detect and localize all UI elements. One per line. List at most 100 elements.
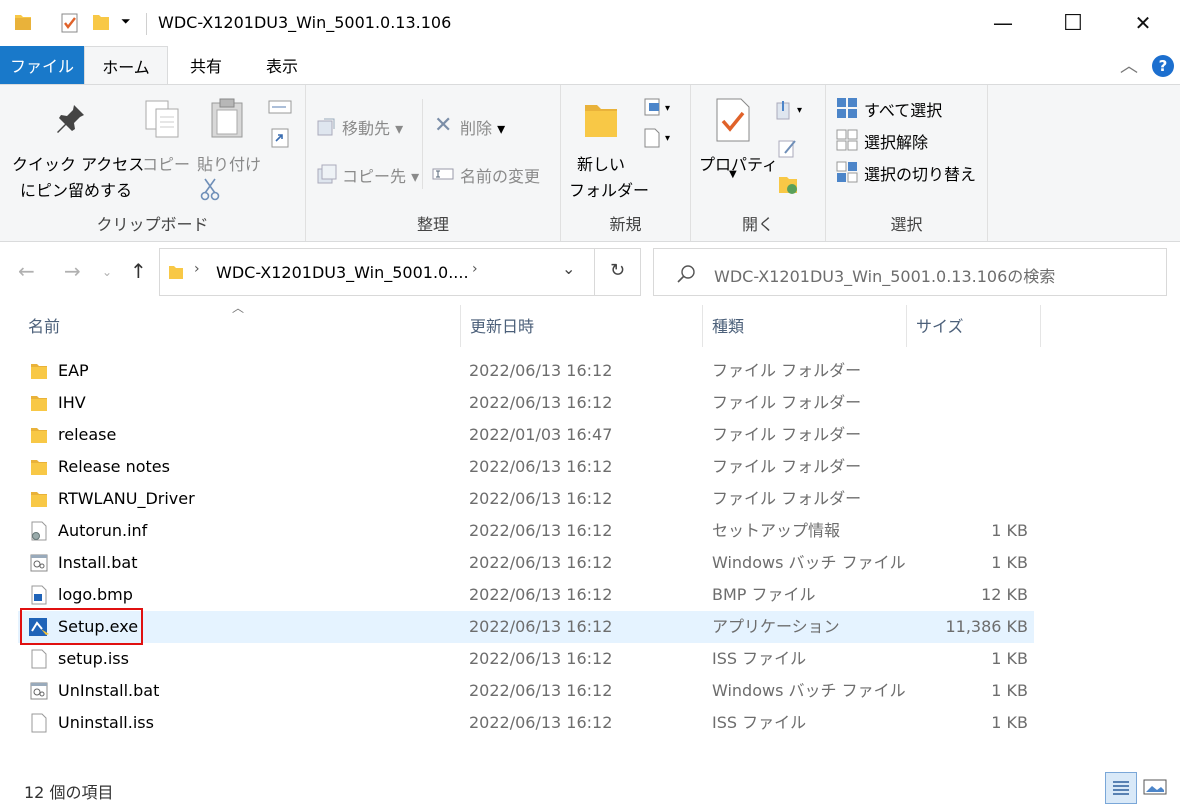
tab-home[interactable]: ホーム (84, 46, 168, 85)
rename-button[interactable]: 名前の変更 (460, 163, 540, 187)
pin-quick-access-label-2[interactable]: にピン留めする (20, 177, 132, 201)
refresh-icon[interactable]: ↻ (610, 260, 625, 281)
select-all-button[interactable]: すべて選択 (864, 97, 942, 121)
file-row[interactable]: IHV 2022/06/13 16:12 ファイル フォルダー (18, 387, 1034, 419)
new-group-label: 新規 (609, 215, 642, 234)
open-icon[interactable]: ▾ (775, 99, 809, 121)
file-row[interactable]: setup.iss 2022/06/13 16:12 ISS ファイル 1 KB (18, 643, 1034, 675)
select-none-button[interactable]: 選択解除 (864, 129, 928, 153)
column-type[interactable]: 種類 (702, 303, 906, 347)
file-date: 2022/06/13 16:12 (469, 585, 613, 604)
file-row[interactable]: Install.bat 2022/06/13 16:12 Windows バッチ… (18, 547, 1034, 579)
column-separator[interactable] (1040, 305, 1041, 347)
properties-quick-icon[interactable] (60, 12, 80, 34)
file-name: release (58, 425, 117, 444)
file-date: 2022/06/13 16:12 (469, 617, 613, 636)
breadcrumb-chevron-icon[interactable]: › (472, 261, 478, 277)
tab-share[interactable]: 共有 (168, 46, 244, 84)
navigation-bar: ← → ⌄ ↑ › WDC-X1201DU3_Win_5001.0.... › … (0, 243, 1180, 303)
properties-dropdown-icon[interactable]: ▼ (729, 169, 737, 180)
tab-view[interactable]: 表示 (244, 46, 320, 84)
large-icons-view-button[interactable] (1140, 772, 1172, 804)
file-size: 11,386 KB (945, 617, 1028, 636)
file-row[interactable]: logo.bmp 2022/06/13 16:12 BMP ファイル 12 KB (18, 579, 1034, 611)
column-size[interactable]: サイズ (906, 303, 1040, 347)
new-folder-quick-icon[interactable] (92, 12, 110, 32)
properties-button[interactable]: プロパティ (699, 151, 778, 175)
history-icon[interactable] (777, 173, 799, 197)
bitmap-icon (31, 585, 47, 605)
column-name[interactable]: 名前 (18, 303, 460, 347)
file-name: setup.iss (58, 649, 129, 668)
minimize-button[interactable]: — (968, 0, 1038, 46)
organize-group-label: 整理 (416, 215, 449, 234)
column-date[interactable]: 更新日時 (460, 303, 702, 347)
file-date: 2022/06/13 16:12 (469, 713, 613, 732)
paste-shortcut-icon[interactable] (270, 127, 290, 149)
delete-icon: ✕ (434, 113, 453, 138)
move-to-icon (317, 118, 335, 136)
customize-quick-access-icon[interactable]: ⏷ (121, 14, 131, 29)
close-button[interactable]: ✕ (1108, 0, 1178, 46)
invert-selection-button[interactable]: 選択の切り替え (864, 161, 976, 185)
edit-icon[interactable] (777, 137, 799, 161)
forward-icon[interactable]: → (64, 259, 81, 283)
file-row[interactable]: Uninstall.iss 2022/06/13 16:12 ISS ファイル … (18, 707, 1034, 739)
details-view-button[interactable] (1105, 772, 1137, 804)
file-name: Install.bat (58, 553, 138, 572)
open-group-label: 開く (741, 215, 774, 234)
cut-icon[interactable] (200, 177, 220, 201)
file-date: 2022/01/03 16:47 (469, 425, 613, 444)
maximize-button[interactable]: ☐ (1038, 0, 1108, 46)
file-name: logo.bmp (58, 585, 133, 604)
file-row[interactable]: Release notes 2022/06/13 16:12 ファイル フォルダ… (18, 451, 1034, 483)
up-icon[interactable]: ↑ (130, 259, 147, 283)
recent-locations-icon[interactable]: ⌄ (102, 265, 112, 279)
properties-icon (716, 98, 750, 142)
file-date: 2022/06/13 16:12 (469, 521, 613, 540)
select-group-label: 選択 (890, 215, 923, 234)
collapse-ribbon-icon[interactable]: ︿ (1120, 52, 1138, 78)
select-all-icon (837, 98, 857, 118)
file-name: EAP (58, 361, 89, 380)
large-icons-view-icon (1143, 779, 1167, 795)
file-type: ファイル フォルダー (712, 425, 862, 444)
breadcrumb[interactable]: WDC-X1201DU3_Win_5001.0.... (216, 263, 469, 282)
new-folder-label[interactable]: 新しい (577, 151, 625, 175)
file-row[interactable]: RTWLANU_Driver 2022/06/13 16:12 ファイル フォル… (18, 483, 1034, 515)
copy-path-icon[interactable] (268, 99, 292, 115)
breadcrumb-chevron-icon[interactable]: › (194, 261, 200, 277)
new-item-icon[interactable]: ▾ (643, 97, 677, 119)
tab-file[interactable]: ファイル (0, 46, 84, 84)
setup-exe-highlight (20, 608, 143, 645)
easy-access-icon[interactable]: ▾ (643, 127, 677, 149)
paste-button[interactable]: 貼り付け (197, 151, 261, 175)
file-row[interactable]: Autorun.inf 2022/06/13 16:12 セットアップ情報 1 … (18, 515, 1034, 547)
file-row[interactable]: EAP 2022/06/13 16:12 ファイル フォルダー (18, 355, 1034, 387)
file-row[interactable]: UnInstall.bat 2022/06/13 16:12 Windows バ… (18, 675, 1034, 707)
file-row[interactable]: release 2022/01/03 16:47 ファイル フォルダー (18, 419, 1034, 451)
move-to-button[interactable]: 移動先 ▾ (342, 115, 403, 139)
file-date: 2022/06/13 16:12 (469, 489, 613, 508)
address-dropdown-icon[interactable]: ⌄ (562, 259, 575, 278)
copy-button[interactable]: コピー (142, 151, 190, 175)
ribbon: クイック アクセス にピン留めする コピー 貼り付け クリップボード 移動先 ▾… (0, 84, 1180, 242)
title-separator (146, 13, 147, 35)
file-date: 2022/06/13 16:12 (469, 393, 613, 412)
search-box[interactable]: WDC-X1201DU3_Win_5001.0.13.106の検索 (653, 248, 1167, 296)
folder-icon (31, 428, 47, 443)
help-icon[interactable]: ? (1152, 55, 1174, 77)
delete-button[interactable]: 削除 ▾ (460, 115, 505, 139)
back-icon[interactable]: ← (18, 259, 35, 283)
search-input[interactable]: WDC-X1201DU3_Win_5001.0.13.106の検索 (714, 263, 1055, 287)
folder-icon (31, 492, 47, 507)
clipboard-group: クイック アクセス にピン留めする コピー 貼り付け クリップボード (0, 85, 306, 241)
blank-file-icon (31, 713, 47, 733)
file-date: 2022/06/13 16:12 (469, 361, 613, 380)
new-folder-label-2[interactable]: フォルダー (569, 177, 649, 201)
address-bar[interactable]: › WDC-X1201DU3_Win_5001.0.... › ⌄ ↻ (159, 248, 641, 296)
file-row[interactable]: Setup.exe 2022/06/13 16:12 アプリケーション 11,3… (18, 611, 1034, 643)
pin-quick-access-label[interactable]: クイック アクセス (12, 151, 144, 175)
copy-to-button[interactable]: コピー先 ▾ (342, 163, 419, 187)
folder-icon[interactable] (14, 12, 32, 32)
